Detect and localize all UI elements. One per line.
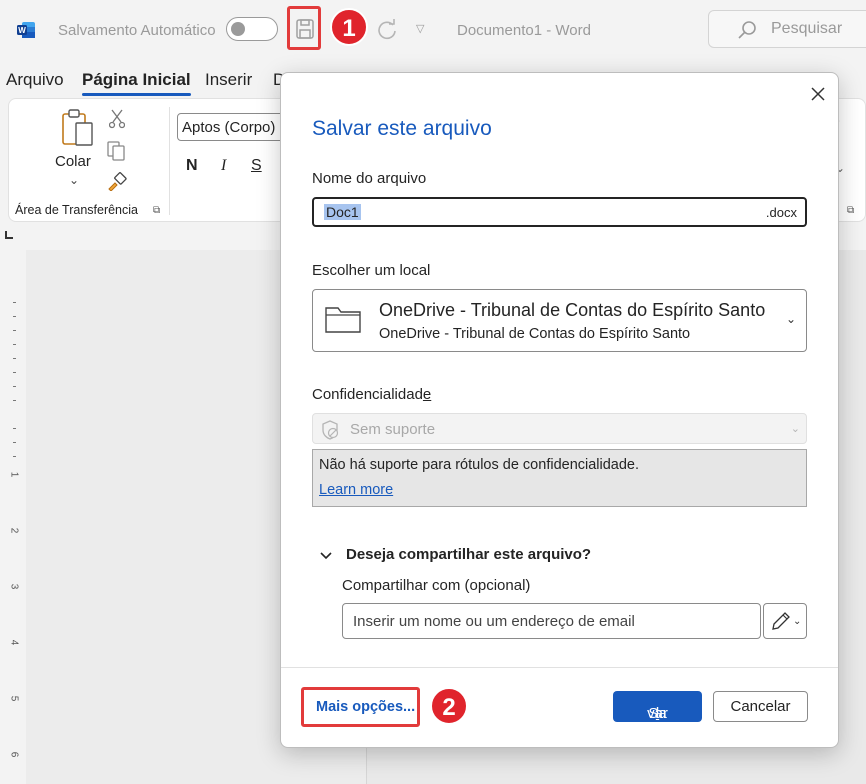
sensitivity-select: Sem suporte ⌄ xyxy=(312,413,807,444)
dialog-title: Salvar este arquivo xyxy=(312,117,492,140)
font-name-value: Aptos (Corpo) xyxy=(182,119,276,136)
tab-selector-icon[interactable] xyxy=(4,230,14,240)
sensitivity-label-text: Confidencialidad xyxy=(312,386,423,403)
sensitivity-value: Sem suporte xyxy=(350,421,436,438)
ruler-mark: 3 xyxy=(8,583,20,590)
format-painter-icon[interactable] xyxy=(107,171,127,191)
close-icon[interactable] xyxy=(807,83,829,105)
sensitivity-label: Confidencialidade xyxy=(312,386,431,403)
chevron-down-icon: ⌄ xyxy=(793,616,802,627)
ruler-tick xyxy=(13,386,16,387)
ribbon-divider xyxy=(169,107,170,215)
search-box[interactable]: Pesquisar xyxy=(708,10,866,48)
more-options-button[interactable]: Mais opções... xyxy=(301,687,420,727)
step-badge-1: 1 xyxy=(330,8,368,46)
location-name: OneDrive - Tribunal de Contas do Espírit… xyxy=(379,300,766,320)
ruler-mark: 5 xyxy=(8,695,20,702)
shield-blocked-icon xyxy=(322,420,339,440)
word-logo-icon[interactable]: W xyxy=(16,20,36,40)
filename-extension: .docx xyxy=(765,205,797,220)
copy-icon[interactable] xyxy=(107,141,127,161)
paste-icon[interactable] xyxy=(61,109,97,149)
tab-inserir[interactable]: Inserir xyxy=(205,70,252,90)
filename-label: Nome do arquivo xyxy=(312,170,427,187)
chevron-down-icon: ⌄ xyxy=(785,312,796,326)
share-permission-button[interactable]: ⌄ xyxy=(763,603,807,639)
tab-arquivo[interactable]: Arquivo xyxy=(6,70,64,90)
share-section-heading[interactable]: Deseja compartilhar este arquivo? xyxy=(346,546,591,563)
more-options-label: Mais opções... xyxy=(316,699,416,715)
ruler-mark: 1 xyxy=(8,471,20,478)
cancel-button-label: Cancelar xyxy=(730,698,791,715)
ruler-tick xyxy=(13,400,16,401)
ruler-tick xyxy=(13,316,16,317)
ruler-tick xyxy=(13,330,16,331)
dialog-footer-divider xyxy=(281,667,838,668)
ruler-tick xyxy=(13,428,16,429)
sensitivity-label-accesskey: e xyxy=(422,386,432,403)
ruler-mark: 4 xyxy=(8,639,20,646)
autosave-toggle[interactable] xyxy=(226,17,278,41)
filename-field[interactable]: Doc1 .docx xyxy=(312,197,807,227)
paste-label[interactable]: Colar xyxy=(55,153,91,170)
share-placeholder: Inserir um nome ou um endereço de email xyxy=(353,613,635,630)
underline-button[interactable]: S xyxy=(251,157,262,175)
ribbon-dialog-launcher-icon[interactable]: ⧉ xyxy=(847,205,854,216)
share-with-label: Compartilhar com (opcional) xyxy=(342,577,531,594)
location-subtitle: OneDrive - Tribunal de Contas do Espírit… xyxy=(379,326,691,342)
quick-save-button[interactable] xyxy=(287,6,321,50)
font-name-box[interactable]: Aptos (Corpo) xyxy=(177,113,295,141)
save-label-part: var xyxy=(647,705,668,722)
title-bar: W Salvamento Automático 1 ▽ Documento1 -… xyxy=(0,0,866,62)
ruler-tick xyxy=(13,358,16,359)
svg-text:W: W xyxy=(18,26,26,35)
toggle-knob xyxy=(231,22,245,36)
ruler-mark: 6 xyxy=(8,751,20,758)
tab-pagina-inicial[interactable]: Página Inicial xyxy=(82,70,191,96)
learn-more-link[interactable]: Learn more xyxy=(319,482,393,498)
ruler-tick xyxy=(13,456,16,457)
paste-chevron-down-icon[interactable]: ⌄ xyxy=(69,173,79,187)
sensitivity-info-box: Não há suporte para rótulos de confidenc… xyxy=(312,449,807,507)
ruler-tick xyxy=(13,442,16,443)
filename-value: Doc1 xyxy=(324,204,361,220)
step-badge-2: 2 xyxy=(430,687,468,725)
bold-button[interactable]: N xyxy=(186,157,198,175)
save-button[interactable]: Sa l var xyxy=(613,691,702,722)
cut-icon[interactable] xyxy=(109,109,125,129)
customize-toolbar-chevron-icon[interactable]: ▽ xyxy=(416,22,424,35)
cancel-button[interactable]: Cancelar xyxy=(713,691,808,722)
share-with-input[interactable]: Inserir um nome ou um endereço de email xyxy=(342,603,761,639)
ruler-tick xyxy=(13,302,16,303)
clipboard-dialog-launcher-icon[interactable]: ⧉ xyxy=(153,205,160,216)
autosave-label: Salvamento Automático xyxy=(58,22,216,39)
ruler-tick xyxy=(13,372,16,373)
sensitivity-info-text: Não há suporte para rótulos de confidenc… xyxy=(319,457,640,473)
chevron-down-icon: ⌄ xyxy=(790,423,800,435)
search-icon xyxy=(738,21,756,39)
redo-icon[interactable] xyxy=(375,17,399,41)
chevron-down-icon[interactable] xyxy=(319,549,333,563)
ruler-mark: 2 xyxy=(8,527,20,534)
search-placeholder: Pesquisar xyxy=(771,20,843,37)
save-icon xyxy=(296,19,314,39)
document-title: Documento1 - Word xyxy=(457,22,591,39)
ruler-tick xyxy=(13,344,16,345)
location-picker[interactable]: OneDrive - Tribunal de Contas do Espírit… xyxy=(312,289,807,352)
save-file-dialog: Salvar este arquivo Nome do arquivo Doc1… xyxy=(280,72,839,748)
italic-button[interactable]: I xyxy=(221,157,226,175)
location-label: Escolher um local xyxy=(312,262,431,279)
clipboard-group-label: Área de Transferência xyxy=(15,203,138,217)
vertical-ruler: 1 2 3 4 5 6 xyxy=(4,252,20,784)
pencil-icon xyxy=(772,612,790,630)
folder-icon xyxy=(325,307,361,333)
